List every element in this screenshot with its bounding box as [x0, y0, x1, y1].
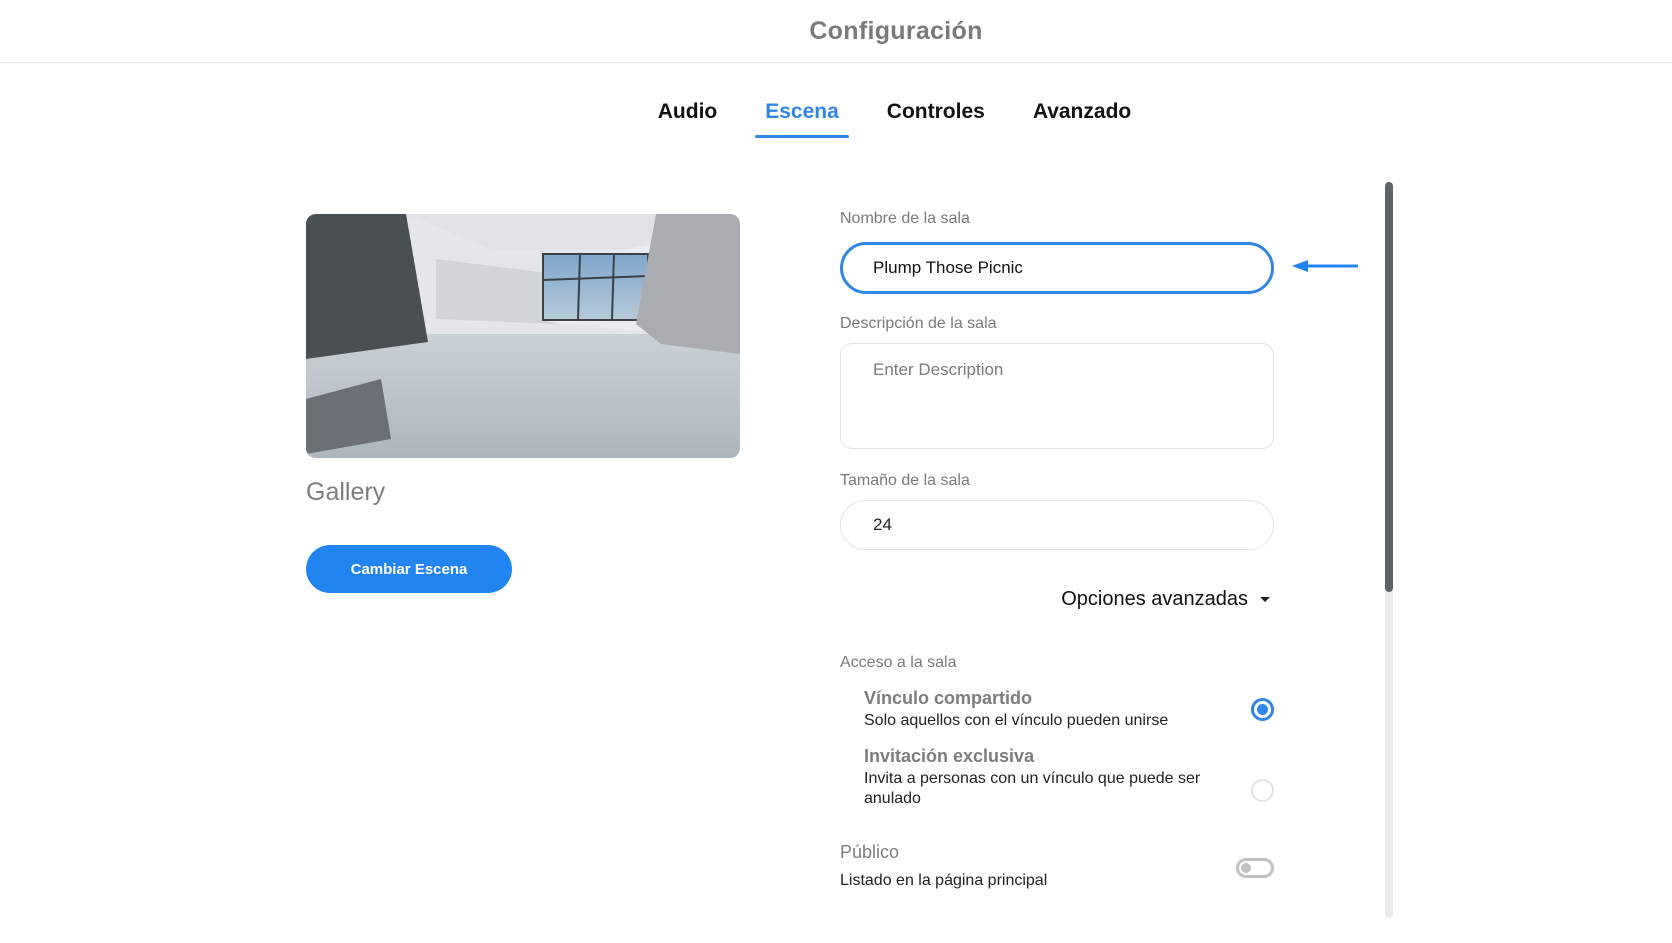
toggle-knob [1241, 863, 1251, 873]
room-description-label: Descripción de la sala [840, 315, 997, 332]
change-scene-button[interactable]: Cambiar Escena [306, 545, 512, 593]
public-toggle[interactable] [1236, 858, 1274, 878]
scrollbar-track[interactable] [1385, 182, 1393, 918]
room-access-label: Acceso a la sala [840, 654, 957, 671]
room-description-input[interactable] [840, 343, 1274, 449]
room-name-input[interactable] [840, 242, 1274, 294]
scene-name: Gallery [306, 478, 386, 506]
scrollbar-thumb[interactable] [1385, 182, 1393, 592]
room-size-label: Tamaño de la sala [840, 472, 970, 489]
tab-controles[interactable]: Controles [877, 96, 995, 138]
caret-down-icon [1260, 597, 1270, 602]
access-option-description: Solo aquellos con el vínculo pueden unir… [864, 712, 1169, 729]
radio-invite-only[interactable] [1251, 779, 1274, 802]
arrow-left-icon [1292, 260, 1358, 272]
access-option-shared-link[interactable]: Vínculo compartido Solo aquellos con el … [864, 688, 1274, 731]
tab-bar: Audio Escena Controles Avanzado [0, 96, 1672, 138]
access-option-description: Invita a personas con un vínculo que pue… [864, 770, 1201, 807]
advanced-options-label: Opciones avanzadas [1061, 588, 1248, 610]
public-title: Público [840, 842, 900, 862]
room-settings-form: Nombre de la sala Descripción de la sala… [840, 210, 1274, 889]
public-description: Listado en la página principal [840, 872, 1048, 889]
access-option-title: Invitación exclusiva [864, 746, 1035, 766]
gallery-room-illustration [306, 214, 740, 458]
radio-shared-link[interactable] [1251, 698, 1274, 721]
page-title: Configuración [809, 16, 983, 45]
room-name-label: Nombre de la sala [840, 210, 970, 227]
tab-escena[interactable]: Escena [755, 96, 849, 138]
room-size-input[interactable] [840, 500, 1274, 550]
access-option-invite-only[interactable]: Invitación exclusiva Invita a personas c… [864, 746, 1274, 809]
scene-preview-image [306, 214, 740, 458]
header: Configuración [0, 0, 1672, 63]
access-option-title: Vínculo compartido [864, 688, 1033, 708]
tab-avanzado[interactable]: Avanzado [1023, 96, 1141, 138]
tab-audio[interactable]: Audio [648, 96, 727, 138]
advanced-options-toggle[interactable]: Opciones avanzadas [1061, 588, 1274, 611]
